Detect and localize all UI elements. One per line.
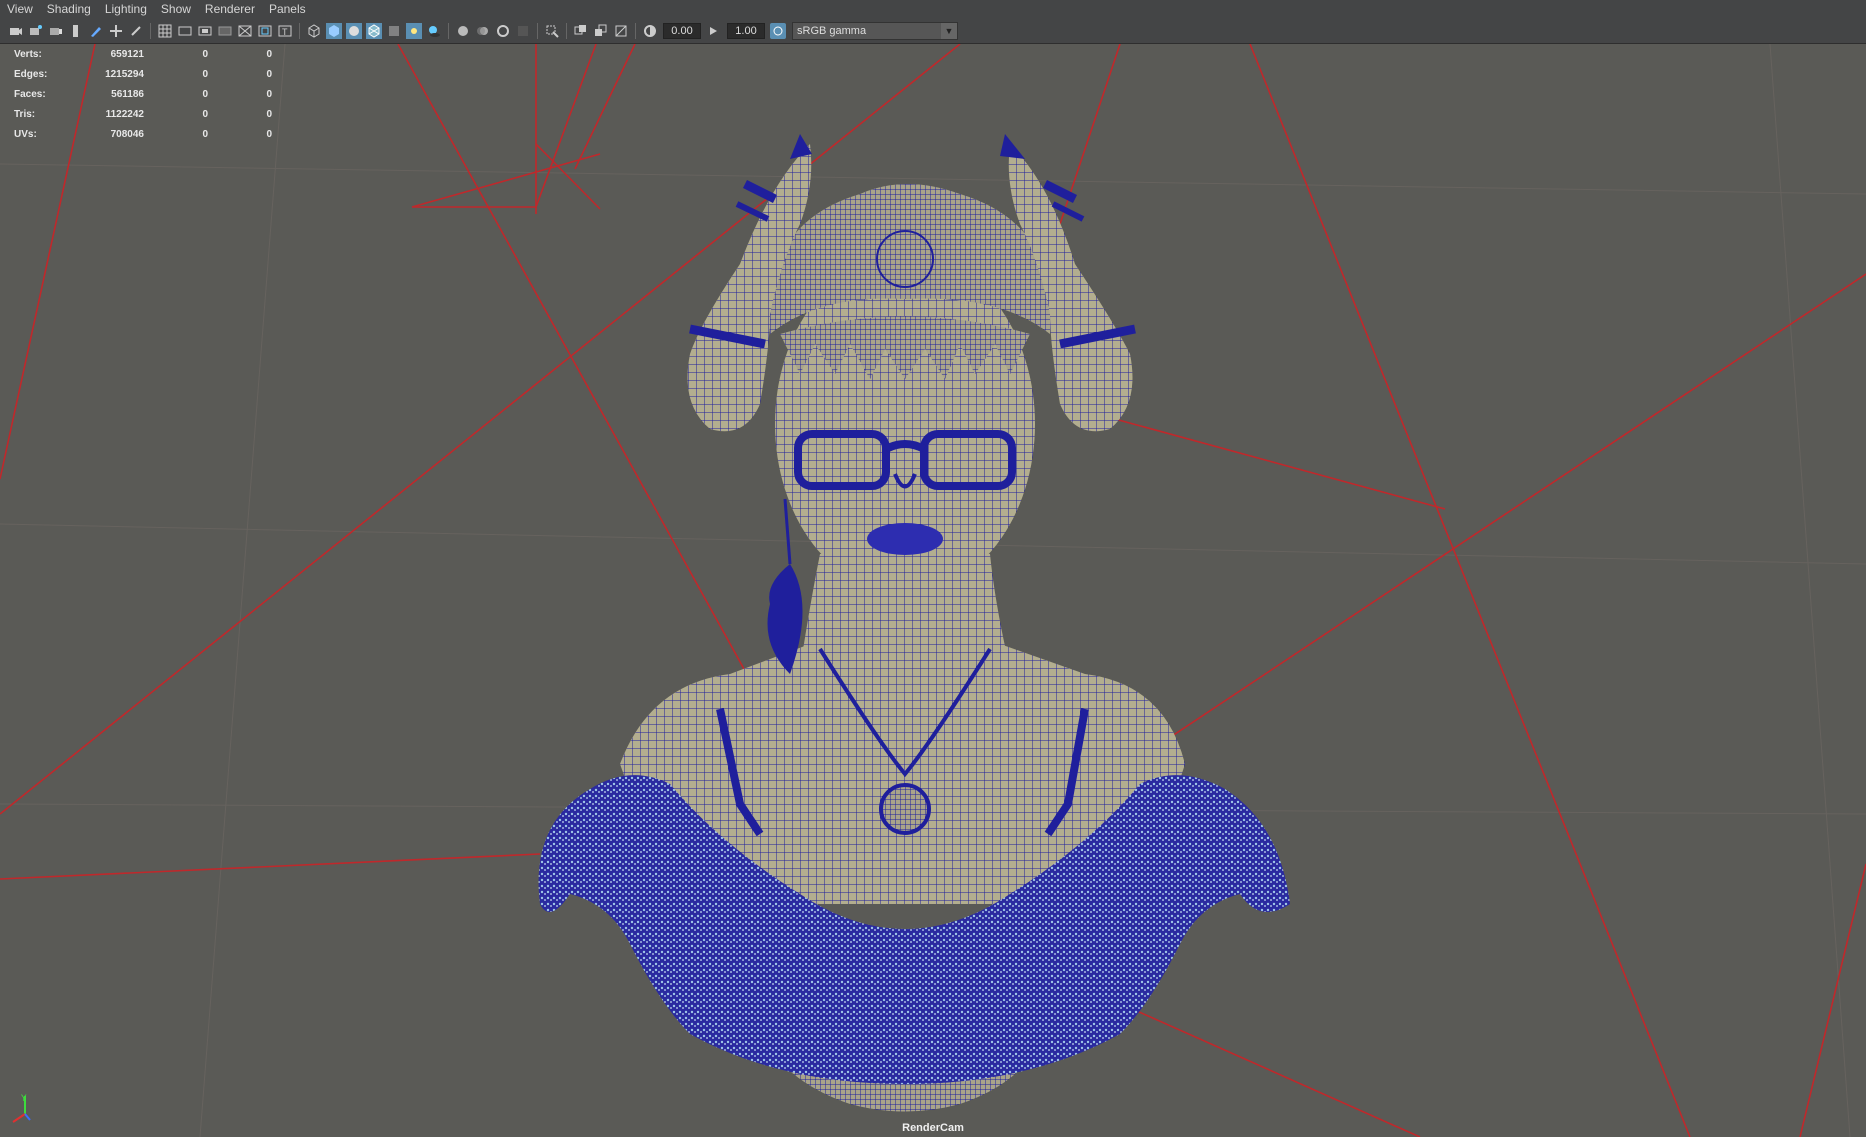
depth-of-field-icon[interactable] — [515, 23, 531, 39]
grid-icon[interactable] — [157, 23, 173, 39]
bookmark-camera-icon[interactable] — [48, 23, 64, 39]
hud-row-uvs: UVs: 708046 0 0 — [14, 124, 272, 144]
exposure-field[interactable]: 0.00 — [663, 23, 701, 39]
hud-label: Verts: — [14, 48, 42, 60]
exposure-icon[interactable] — [642, 23, 658, 39]
field-chart-icon[interactable] — [237, 23, 253, 39]
hud-label: Tris: — [14, 108, 36, 120]
menu-panels[interactable]: Panels — [262, 0, 313, 19]
default-material-icon[interactable] — [346, 23, 362, 39]
menu-view[interactable]: View — [0, 0, 40, 19]
hud-row-edges: Edges: 1215294 0 0 — [14, 64, 272, 84]
menu-renderer[interactable]: Renderer — [198, 0, 262, 19]
shadows-icon[interactable] — [426, 23, 442, 39]
select-camera-icon[interactable] — [8, 23, 24, 39]
hud-value: 0 — [266, 68, 272, 80]
toolbar-separator — [150, 23, 151, 39]
colorspace-dropdown[interactable]: sRGB gamma ▼ — [792, 22, 958, 40]
hud-label: Faces: — [14, 88, 46, 100]
hud-value: 0 — [202, 88, 208, 100]
viewport-3d[interactable]: Y — [0, 44, 1866, 1137]
film-gate-pencil-icon[interactable] — [128, 23, 144, 39]
safe-title-icon[interactable]: T — [277, 23, 293, 39]
xray-active-components-icon[interactable] — [593, 23, 609, 39]
toolbar-separator — [566, 23, 567, 39]
hud-value: 561186 — [111, 88, 144, 100]
film-gate-icon[interactable] — [177, 23, 193, 39]
hud-row-tris: Tris: 1122242 0 0 — [14, 104, 272, 124]
hud-value: 0 — [202, 108, 208, 120]
axis-y-label: Y — [21, 1094, 27, 1104]
gate-mask-icon[interactable] — [217, 23, 233, 39]
use-all-lights-icon[interactable] — [406, 23, 422, 39]
screen-space-ao-icon[interactable] — [455, 23, 471, 39]
hud-value: 1122242 — [105, 108, 144, 120]
hud-value: 0 — [202, 48, 208, 60]
menu-show[interactable]: Show — [154, 0, 198, 19]
hud-value: 1215294 — [105, 68, 144, 80]
hud-row-verts: Verts: 659121 0 0 — [14, 44, 272, 64]
isolate-select-icon[interactable] — [544, 23, 560, 39]
gamma-field[interactable]: 1.00 — [727, 23, 765, 39]
panel-menu-bar: View Shading Lighting Show Renderer Pane… — [0, 0, 1866, 20]
hud-row-faces: Faces: 561186 0 0 — [14, 84, 272, 104]
poly-count-hud: Verts: 659121 0 0 Edges: 1215294 0 0 Fac… — [14, 44, 272, 144]
xray-icon[interactable] — [386, 23, 402, 39]
hud-value: 659121 — [110, 48, 144, 60]
toolbar-separator — [635, 23, 636, 39]
camera-attributes-icon[interactable] — [28, 23, 44, 39]
hud-value: 0 — [266, 88, 272, 100]
safe-action-icon[interactable] — [257, 23, 273, 39]
viewport-scene — [0, 44, 1866, 1137]
grease-pencil-icon[interactable] — [88, 23, 104, 39]
image-plane-icon[interactable] — [68, 23, 84, 39]
colorspace-value: sRGB gamma — [797, 25, 867, 37]
panel-toolbar: T 0.00 1.00 sRGB gamma ▼ — [0, 19, 1866, 44]
chevron-down-icon[interactable]: ▼ — [941, 23, 957, 39]
hud-value: 0 — [266, 128, 272, 140]
multisample-aa-icon[interactable] — [495, 23, 511, 39]
wireframe-cube-icon[interactable] — [306, 23, 322, 39]
toolbar-separator — [448, 23, 449, 39]
svg-text:T: T — [282, 27, 288, 37]
hud-value: 0 — [266, 108, 272, 120]
2d-pan-zoom-icon[interactable] — [108, 23, 124, 39]
hud-value: 0 — [202, 68, 208, 80]
hud-label: Edges: — [14, 68, 48, 80]
menu-lighting[interactable]: Lighting — [98, 0, 154, 19]
camera-name-label: RenderCam — [902, 1122, 964, 1134]
color-management-icon[interactable] — [770, 23, 786, 39]
motion-blur-icon[interactable] — [475, 23, 491, 39]
smooth-shade-icon[interactable] — [326, 23, 342, 39]
resolution-gate-icon[interactable] — [197, 23, 213, 39]
hud-value: 0 — [202, 128, 208, 140]
wireframe-on-shaded-icon[interactable] — [366, 23, 382, 39]
hud-value: 708046 — [110, 128, 144, 140]
character-bust-mesh — [538, 134, 1290, 1112]
xray-joints-icon[interactable] — [573, 23, 589, 39]
hud-label: UVs: — [14, 128, 37, 140]
toolbar-separator — [299, 23, 300, 39]
gamma-icon[interactable] — [706, 23, 722, 39]
backface-culling-icon[interactable] — [613, 23, 629, 39]
menu-shading[interactable]: Shading — [40, 0, 98, 19]
toolbar-separator — [537, 23, 538, 39]
hud-value: 0 — [266, 48, 272, 60]
